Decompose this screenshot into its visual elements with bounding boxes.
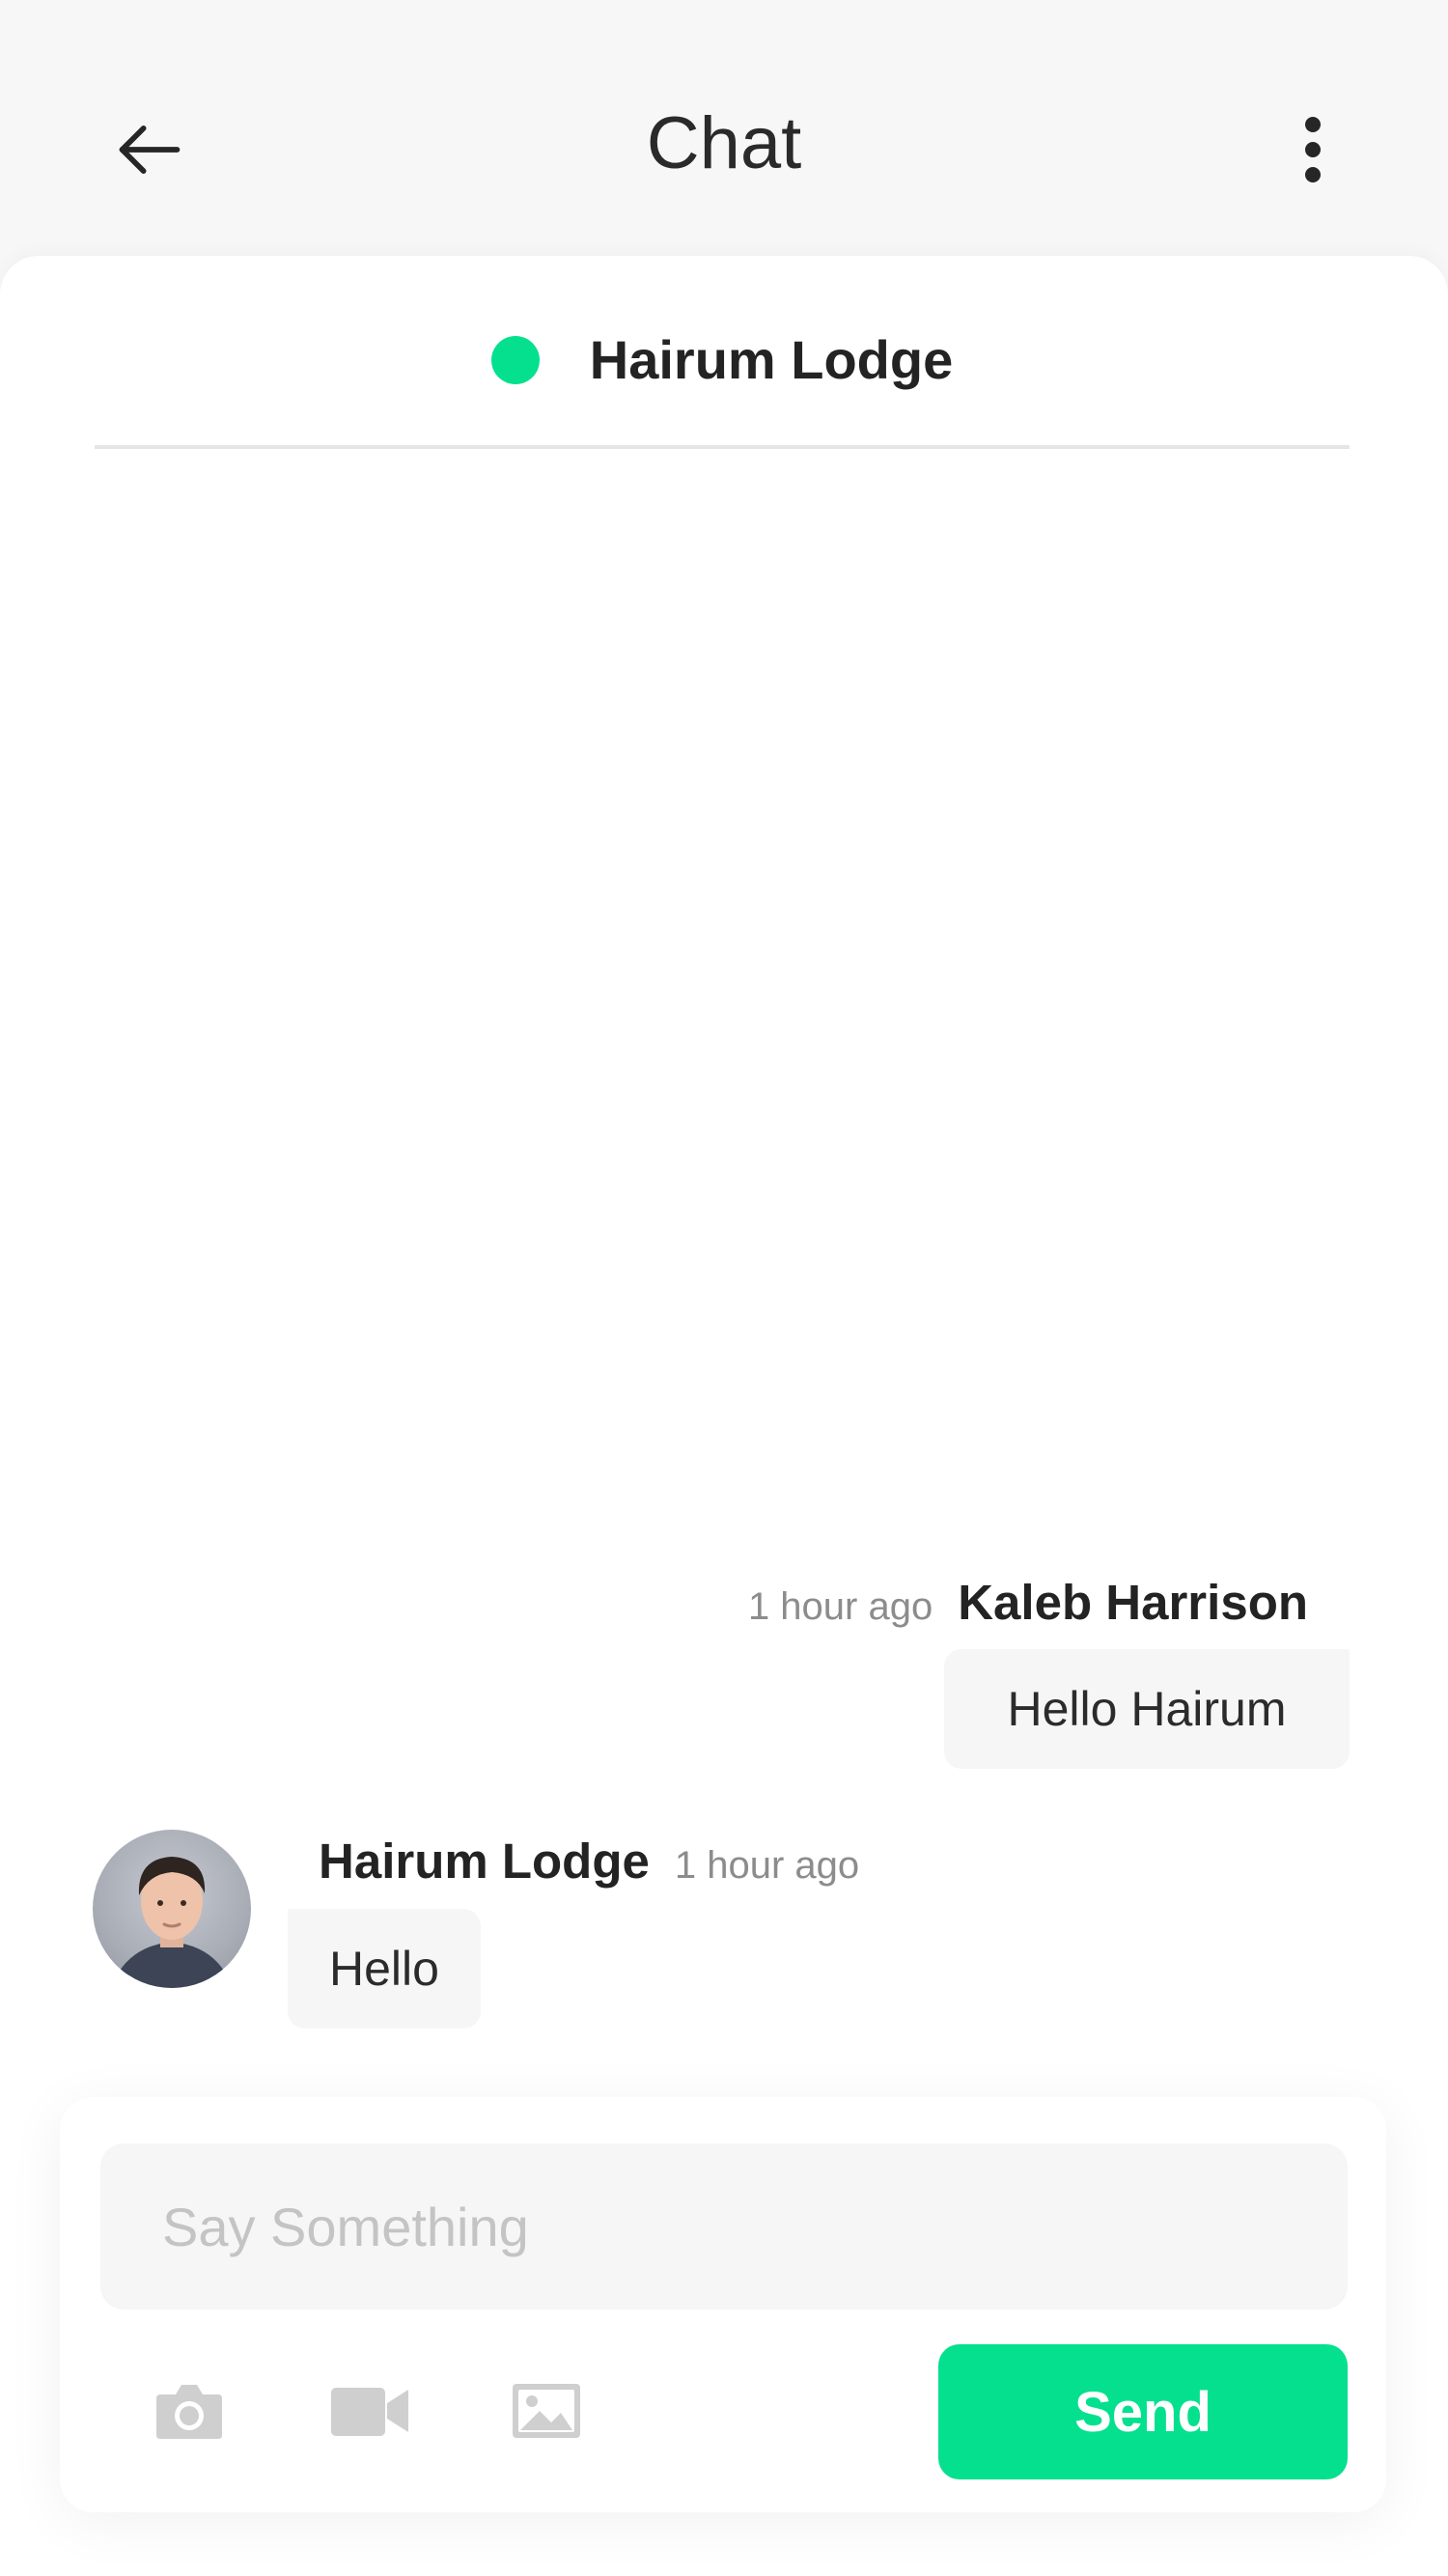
video-button[interactable] bbox=[326, 2377, 413, 2445]
contact-name: Hairum Lodge bbox=[589, 329, 954, 390]
message-sender: Hairum Lodge bbox=[319, 1834, 650, 1889]
video-icon bbox=[331, 2388, 408, 2436]
page-title: Chat bbox=[646, 102, 802, 184]
message-time: 1 hour ago bbox=[747, 1585, 933, 1628]
image-button[interactable] bbox=[508, 2377, 585, 2445]
app-bar: Chat bbox=[0, 0, 1448, 256]
contact-header: Hairum Lodge bbox=[95, 256, 1350, 449]
online-status-indicator bbox=[490, 335, 540, 384]
chat-screen: Chat Hairum Lodge 1 hour ago Kaleb Harri… bbox=[0, 0, 1448, 2576]
more-options-button[interactable] bbox=[1284, 106, 1342, 193]
message-time: 1 hour ago bbox=[674, 1844, 860, 1887]
incoming-message-meta: Hairum Lodge 1 hour ago bbox=[319, 1833, 859, 1890]
outgoing-message-bubble: Hello Hairum bbox=[944, 1649, 1350, 1769]
outgoing-message-meta: 1 hour ago Kaleb Harrison bbox=[748, 1574, 1308, 1631]
person-avatar-icon bbox=[111, 1857, 233, 1988]
more-vertical-icon bbox=[1305, 117, 1321, 182]
message-input[interactable] bbox=[100, 2143, 1348, 2310]
image-icon bbox=[513, 2384, 580, 2438]
camera-icon bbox=[156, 2385, 222, 2439]
camera-button[interactable] bbox=[151, 2377, 228, 2445]
avatar[interactable] bbox=[93, 1830, 251, 1988]
message-sender: Kaleb Harrison bbox=[958, 1575, 1308, 1630]
incoming-message-bubble: Hello bbox=[288, 1909, 481, 2029]
message-composer: Send bbox=[60, 2097, 1386, 2512]
send-button[interactable]: Send bbox=[938, 2344, 1348, 2479]
